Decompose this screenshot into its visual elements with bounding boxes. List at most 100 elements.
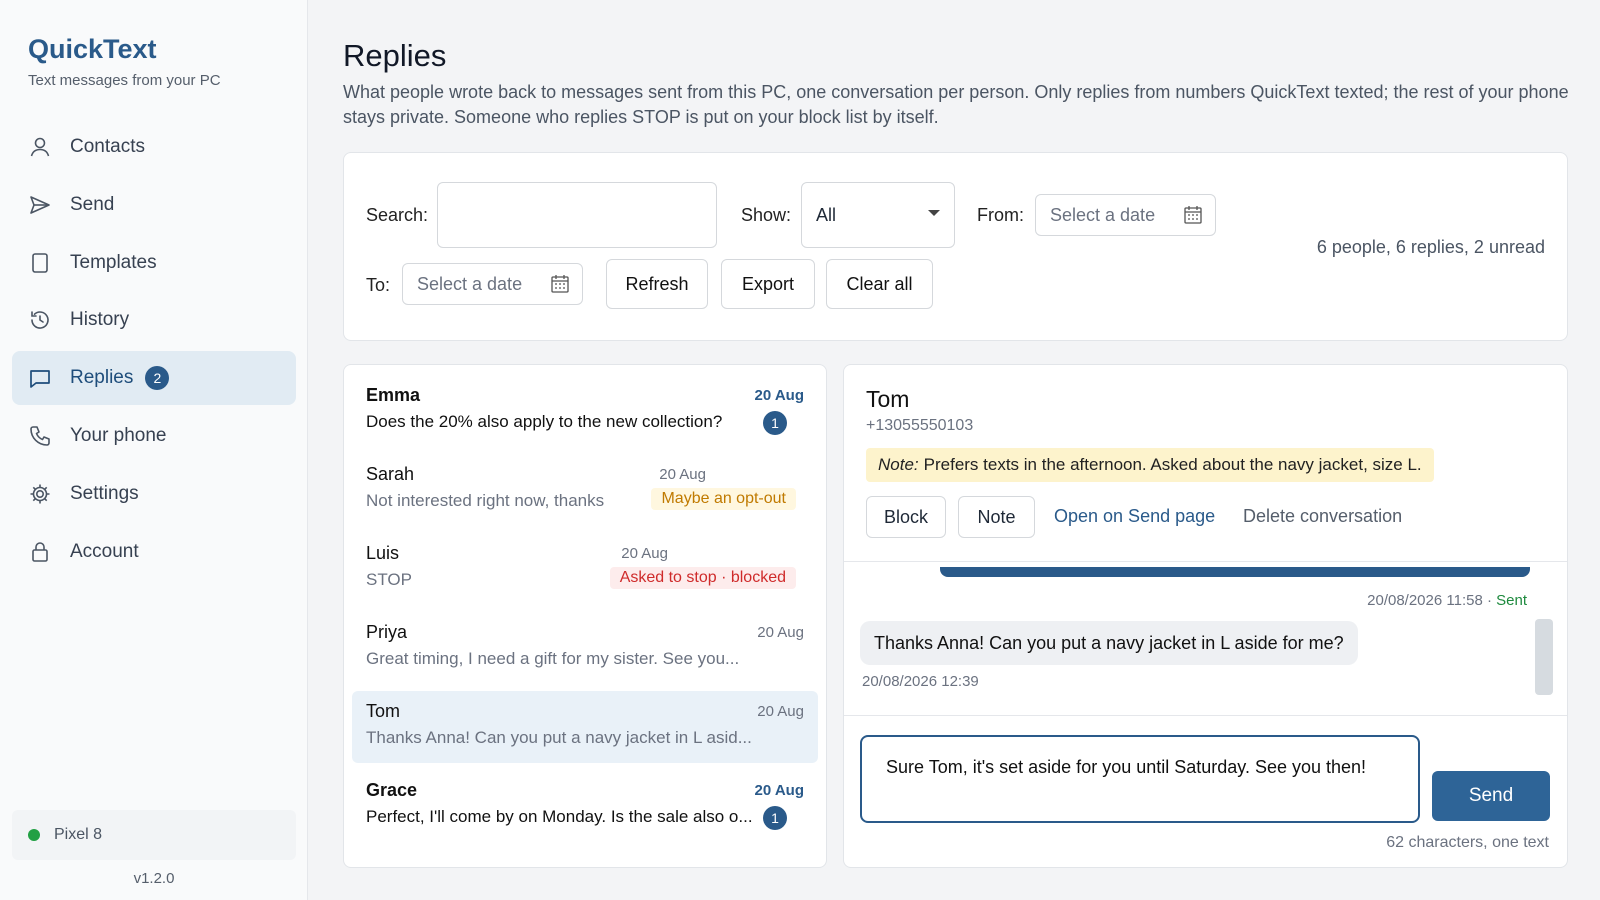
calendar-icon (1184, 206, 1202, 224)
to-label: To: (366, 275, 391, 295)
from-label: From: (977, 205, 1024, 225)
contact-name: Grace (366, 780, 418, 800)
search-input[interactable] (437, 182, 717, 248)
open-on-send-page-link[interactable]: Open on Send page (1054, 506, 1215, 527)
outgoing-message-bubble (940, 567, 1530, 577)
calendar-icon (551, 275, 569, 293)
message-date: 20 Aug (659, 466, 706, 483)
reply-textarea[interactable]: Sure Tom, it's set aside for you until S… (860, 735, 1420, 823)
unread-badge: 2 (145, 366, 170, 390)
sidebar-item-templates[interactable]: Templates (12, 236, 296, 290)
contact-name: Priya (366, 622, 408, 642)
sidebar-item-settings[interactable]: Settings (12, 467, 296, 521)
phone-icon (28, 424, 52, 448)
conversation-list: Emma Does the 20% also apply to the new … (343, 364, 827, 868)
contact-note: Note: Prefers texts in the afternoon. As… (866, 448, 1434, 482)
conversation-item[interactable]: Emma Does the 20% also apply to the new … (352, 375, 818, 447)
conversation-item[interactable]: Priya Great timing, I need a gift for my… (352, 612, 818, 684)
lock-icon (28, 540, 52, 564)
sidebar-item-history[interactable]: History (12, 293, 296, 347)
message-date: 20 Aug (754, 387, 804, 404)
outgoing-time: 20/08/2026 11:58 · (1367, 592, 1497, 609)
conversation-detail: Tom +13055550103 Note: Prefers texts in … (843, 364, 1568, 868)
unread-count-badge: 1 (763, 806, 787, 830)
sidebar-item-label: Account (70, 541, 139, 562)
message-preview: Does the 20% also apply to the new colle… (366, 412, 723, 431)
search-label: Search: (366, 205, 429, 225)
incoming-message-time: 20/08/2026 12:39 (862, 673, 979, 690)
chat-icon (28, 366, 52, 390)
conversation-item-selected[interactable]: Tom Thanks Anna! Can you put a navy jack… (352, 691, 818, 763)
contact-name: Emma (366, 385, 421, 405)
block-button[interactable]: Block (866, 496, 946, 538)
sent-status: Sent (1496, 592, 1527, 609)
contact-name: Tom (366, 701, 401, 721)
history-icon (28, 308, 52, 332)
to-date-picker[interactable]: Select a date (402, 263, 583, 305)
sidebar: QuickText Text messages from your PC Con… (0, 0, 308, 900)
sidebar-item-label: Settings (70, 483, 139, 504)
scrollbar-thumb[interactable] (1535, 619, 1553, 695)
conversation-item[interactable]: Sarah Not interested right now, thanks 2… (352, 454, 818, 526)
sidebar-item-label: Your phone (70, 425, 167, 446)
app-logo: QuickText (28, 34, 157, 64)
opt-out-warning-tag: Maybe an opt-out (651, 488, 796, 510)
page-title: Replies (343, 38, 447, 73)
replies-summary: 6 people, 6 replies, 2 unread (1316, 237, 1545, 257)
from-date-placeholder: Select a date (1050, 204, 1156, 225)
device-status: Pixel 8 (12, 810, 296, 860)
message-date: 20 Aug (621, 545, 668, 562)
delete-conversation-link[interactable]: Delete conversation (1243, 506, 1402, 527)
blocked-tag: Asked to stop · blocked (609, 567, 796, 589)
contact-name: Luis (366, 543, 400, 563)
show-value: All (816, 204, 837, 225)
contact-phone: +13055550103 (866, 417, 974, 434)
contact-name-heading: Tom (866, 386, 910, 412)
note-text: Prefers texts in the afternoon. Asked ab… (923, 455, 1422, 474)
export-button[interactable]: Export (721, 259, 815, 309)
note-button[interactable]: Note (958, 496, 1035, 538)
sidebar-item-account[interactable]: Account (12, 525, 296, 579)
message-date: 20 Aug (757, 703, 804, 720)
message-preview: Perfect, I'll come by on Monday. Is the … (366, 807, 753, 826)
note-label: Note: (878, 455, 919, 474)
contact-name: Sarah (366, 464, 415, 484)
sidebar-item-your-phone[interactable]: Your phone (12, 409, 296, 463)
message-date: 20 Aug (757, 624, 804, 641)
incoming-message-bubble: Thanks Anna! Can you put a navy jacket i… (860, 621, 1358, 665)
divider (844, 715, 1567, 716)
filter-panel: Search: Show: All From: Select a date To… (343, 152, 1568, 341)
gear-icon (28, 482, 52, 506)
clear-all-button[interactable]: Clear all (826, 259, 933, 309)
outgoing-message-meta: 20/08/2026 11:58 · Sent (1367, 592, 1527, 609)
message-date: 20 Aug (754, 782, 804, 799)
message-preview: Great timing, I need a gift for my siste… (366, 649, 740, 668)
refresh-button[interactable]: Refresh (606, 259, 708, 309)
sidebar-item-contacts[interactable]: Contacts (12, 120, 296, 174)
app-version: v1.2.0 (133, 870, 175, 887)
show-label: Show: (741, 205, 792, 225)
show-select[interactable]: All (801, 182, 955, 248)
sidebar-item-label: History (70, 309, 130, 330)
to-date-placeholder: Select a date (417, 273, 523, 294)
sidebar-item-replies[interactable]: Replies 2 (12, 351, 296, 405)
from-date-picker[interactable]: Select a date (1035, 194, 1216, 236)
person-icon (28, 135, 52, 159)
chevron-down-icon (928, 210, 940, 216)
conversation-item[interactable]: Grace Perfect, I'll come by on Monday. I… (352, 770, 818, 842)
sidebar-item-label: Contacts (70, 136, 145, 157)
device-name: Pixel 8 (54, 826, 103, 843)
send-icon (28, 193, 52, 217)
message-preview: Thanks Anna! Can you put a navy jacket i… (366, 728, 752, 747)
unread-count-badge: 1 (763, 411, 787, 435)
message-preview: Not interested right now, thanks (366, 491, 605, 510)
sidebar-item-send[interactable]: Send (12, 178, 296, 232)
sidebar-item-label: Send (70, 194, 115, 215)
conversation-item[interactable]: Luis STOP 20 Aug Asked to stop · blocked (352, 533, 818, 605)
divider (844, 561, 1567, 562)
document-icon (28, 251, 52, 275)
send-button[interactable]: Send (1432, 771, 1550, 821)
page-description: What people wrote back to messages sent … (343, 82, 1569, 127)
character-count: 62 characters, one text (1386, 834, 1549, 851)
sidebar-item-label: Templates (70, 252, 157, 273)
